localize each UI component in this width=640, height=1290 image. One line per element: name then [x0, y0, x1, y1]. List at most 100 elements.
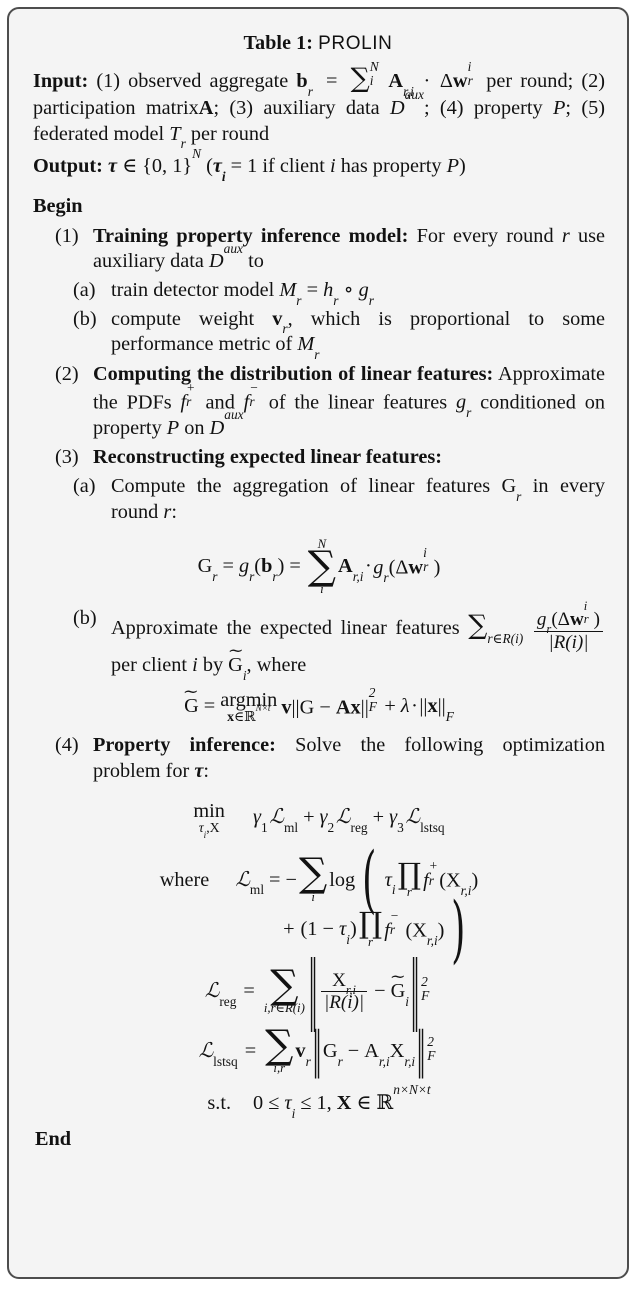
step-1b-marker: (b) — [73, 307, 97, 330]
llstsq-minus: − — [347, 1040, 360, 1063]
eq2-minus: − — [319, 696, 331, 719]
subscript-r-h: r — [333, 292, 339, 308]
lreg-fraction: Xr,i |R(i)| — [321, 970, 368, 1014]
eq1-equals-2: = — [289, 555, 301, 578]
st-tau-sub: i — [291, 1105, 296, 1121]
subscript-r: r — [467, 72, 473, 88]
obj-L3: ℒ — [405, 806, 421, 829]
lreg-equals: = — [243, 980, 255, 1003]
symbol-h: h — [323, 278, 334, 301]
norm-open-llstsq: ‖ — [312, 1020, 322, 1080]
equation-objective: min τi,X γ1 ℒml + γ2 ℒreg + γ3 ℒlstsq — [33, 799, 605, 840]
st-zero: 0 — [253, 1091, 264, 1114]
caption-name: PROLIN — [318, 33, 393, 54]
step-4: (4) Property inference: Solve the follow… — [33, 733, 605, 784]
prod-glyph-2: ∏ — [358, 906, 383, 941]
step-1b-text: compute weight — [111, 307, 255, 330]
symbol-r: r — [307, 83, 313, 99]
eq1-G: G — [197, 555, 213, 578]
step-1a-content: train detector model Mr = hr ∘ gr — [111, 278, 605, 307]
eq2-v: v — [281, 696, 292, 719]
lml2-tau-sub: i — [346, 932, 351, 948]
lreg-X: X — [332, 970, 346, 992]
symbol-v: v — [272, 307, 283, 330]
caption-label: Table 1: — [243, 32, 314, 54]
step-3b-content: Approximate the expected linear features… — [111, 599, 605, 682]
eq1-g-sub: r — [249, 568, 255, 584]
algorithm-body: Input: (1) observed aggregate br = ∑ Ni A… — [9, 59, 627, 1152]
input-line: Input: (1) observed aggregate br = ∑ Ni A… — [33, 59, 605, 151]
algorithm-card: Table 1: PROLIN Input: (1) observed aggr… — [7, 7, 629, 1279]
symbol-M-2: M — [297, 333, 315, 356]
lreg-F: F — [421, 987, 430, 1003]
eq2-G: G — [299, 696, 315, 719]
step-3-title: Reconstructing expected linear features: — [93, 446, 443, 469]
eq1-g: g — [238, 555, 250, 578]
eq2-lambda: λ — [400, 695, 410, 718]
step-3: (3) Reconstructing expected linear featu… — [33, 445, 605, 471]
step-3b-text-4: , where — [246, 653, 307, 676]
lml2-f-sub: r — [389, 922, 396, 938]
one-2: 1 — [247, 155, 258, 178]
step-1-content: Training property inference model: For e… — [93, 224, 605, 275]
llstsq-v-sub: r — [305, 1053, 311, 1069]
step-3b-text-2: per client — [111, 653, 188, 676]
table-caption: Table 1: PROLIN — [9, 32, 627, 55]
lml-L-sub: ml — [249, 882, 265, 898]
min-label: min — [193, 799, 225, 822]
frac-g-sub: r — [546, 622, 552, 637]
eq1-w: w — [408, 556, 424, 579]
eq2-norm-F: F — [368, 699, 377, 715]
symbol-A: A — [388, 70, 404, 92]
step-2: (2) Computing the distribution of linear… — [33, 362, 605, 441]
step-3a: (a) Compute the aggregation of linear fe… — [33, 474, 605, 525]
input-text-1: (1) observed aggregate — [96, 70, 289, 92]
symbol-D-3: D — [209, 416, 225, 439]
obj-gamma3-sub: 3 — [397, 819, 404, 835]
lreg-sum-lower: i,r∈R(i) — [263, 1001, 305, 1016]
lml-prod: ∏ r — [398, 859, 421, 900]
obj-gamma1-sub: 1 — [260, 819, 268, 835]
llstsq-G: G — [322, 1040, 338, 1063]
obj-L1: ℒ — [269, 806, 284, 829]
G-tilde: ∼ G — [227, 642, 243, 679]
symbol-A-2: A — [198, 96, 214, 119]
output-keyword: Output: — [33, 155, 103, 178]
sum-glyph-3: ∑ — [468, 610, 488, 642]
subscript-r-g: r — [368, 292, 374, 308]
output-text-1: if client — [262, 155, 325, 178]
superscript-N: N — [192, 145, 201, 161]
sum-glyph-4: ∑ — [298, 850, 328, 897]
eq2-F2: F — [445, 708, 454, 724]
argmin-dims: N×t — [255, 702, 271, 713]
llstsq-F: F — [427, 1047, 436, 1063]
tilde-accent-2: ∼ — [183, 682, 200, 702]
superscript-aux-2: aux — [223, 240, 243, 256]
eq1-b-sub: r — [272, 568, 278, 584]
step-1-text: For every round — [416, 224, 554, 247]
sum-lower-limit: i — [369, 72, 374, 88]
brace-right: } — [182, 155, 193, 178]
obj-plus2: + — [372, 806, 385, 829]
llstsq-L: ℒ — [198, 1040, 214, 1063]
eq2-x: x — [350, 696, 361, 719]
eq1-g2: g — [373, 556, 384, 579]
symbol-D-2: D — [209, 250, 224, 273]
llstsq-sum: ∑ i,r — [265, 1025, 293, 1075]
equation-llstsq: ℒlstsq = ∑ i,r vr ‖ Gr − Ar,iXr,i ‖ 2F — [33, 1021, 605, 1080]
equation-constraint: s.t. 0 ≤ τi ≤ 1, X ∈ ℝn×N×t — [207, 1082, 431, 1121]
obj-L1-sub: ml — [283, 819, 299, 835]
lreg-minus: − — [374, 980, 386, 1003]
eq1-cdot: · — [364, 555, 372, 578]
lml2-prod: ∏ r — [358, 906, 383, 949]
equals-3: = — [306, 278, 319, 301]
cdot-sign: · — [423, 70, 431, 92]
obj-L3-sub: lstsq — [420, 819, 445, 835]
in-sign: ∈ — [122, 155, 138, 178]
eq1-sum: N ∑ i — [308, 538, 336, 596]
end-keyword: End — [35, 1127, 72, 1150]
llstsq-A: A — [364, 1040, 379, 1063]
eq1-equals: = — [222, 555, 234, 578]
equation-lml-line2: + (1 − τi) ∏ r f − r (Xr,i) ) — [283, 887, 466, 973]
llstsq-equals: = — [244, 1040, 257, 1063]
